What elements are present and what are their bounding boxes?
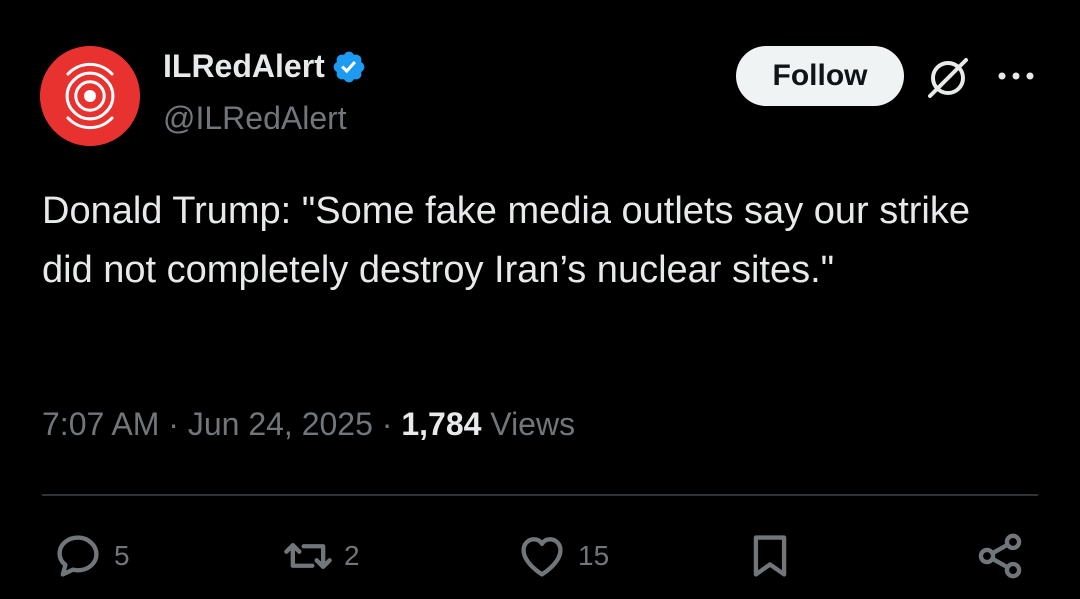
- like-button[interactable]: 15: [516, 530, 609, 582]
- like-icon: [521, 537, 563, 577]
- verified-badge-icon: [333, 51, 365, 82]
- reply-button[interactable]: 5: [52, 530, 130, 582]
- share-button[interactable]: [974, 530, 1026, 582]
- meta-separator: ·: [168, 406, 179, 442]
- views-label: Views: [490, 406, 576, 442]
- repost-count: 2: [344, 540, 360, 571]
- repost-icon: [284, 543, 332, 569]
- repost-button[interactable]: 2: [282, 530, 360, 582]
- author-display-name[interactable]: ILRedAlert: [163, 48, 325, 85]
- meta-separator: ·: [381, 406, 393, 442]
- reply-icon: [57, 535, 99, 577]
- divider: [42, 494, 1038, 496]
- grok-icon[interactable]: [924, 54, 972, 102]
- red-alert-logo-icon: [40, 46, 140, 146]
- bookmark-icon: [753, 535, 787, 577]
- author-handle[interactable]: @ILRedAlert: [163, 100, 347, 137]
- author-avatar[interactable]: [40, 46, 140, 146]
- views-count: 1,784: [401, 406, 482, 442]
- reply-count: 5: [114, 540, 130, 571]
- post-time[interactable]: 7:07 AM: [42, 406, 159, 442]
- post-meta: 7:07 AM · Jun 24, 2025 · 1,784 Views: [42, 406, 575, 443]
- author-name-row: ILRedAlert: [163, 48, 367, 85]
- bookmark-button[interactable]: [744, 530, 796, 582]
- share-icon: [978, 533, 1022, 579]
- follow-button[interactable]: Follow: [736, 46, 904, 106]
- like-count: 15: [578, 540, 610, 571]
- post-text: Donald Trump: "Some fake media outlets s…: [42, 190, 971, 291]
- post-date[interactable]: Jun 24, 2025: [188, 406, 373, 442]
- more-icon[interactable]: [996, 66, 1036, 86]
